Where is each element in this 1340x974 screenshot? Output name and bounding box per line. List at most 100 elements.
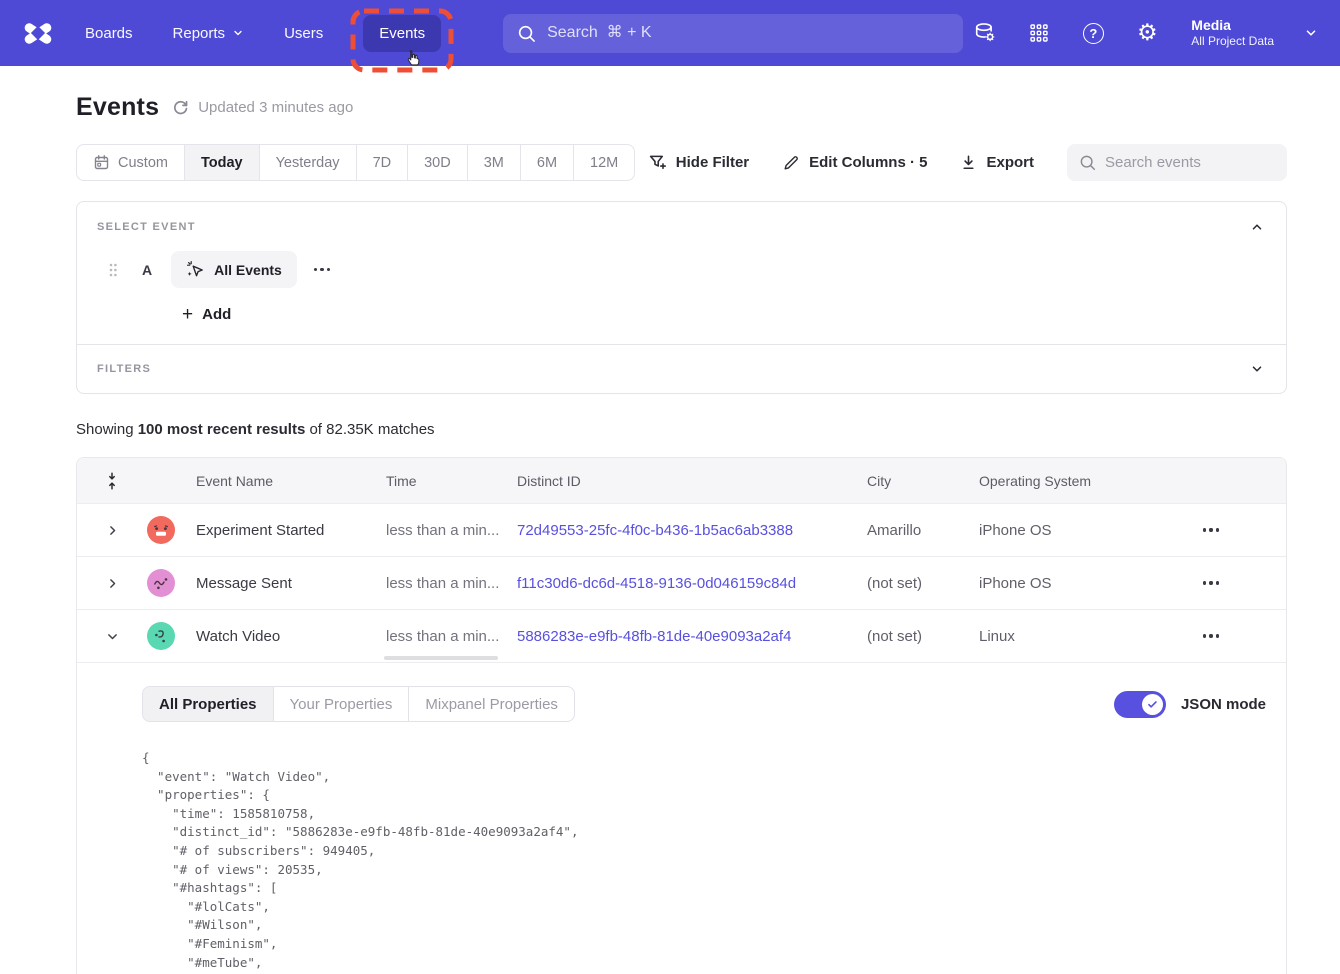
selected-event-name: All Events (214, 262, 282, 278)
city-cell: (not set) (867, 628, 979, 645)
properties-tabs: All Properties Your Properties Mixpanel … (142, 686, 575, 722)
select-event-label: SELECT EVENT (97, 221, 196, 233)
table-header-row: Event Name Time Distinct ID City Operati… (77, 458, 1286, 503)
date-option-6m[interactable]: 6M (520, 145, 573, 180)
nav-item-reports[interactable]: Reports (173, 25, 245, 42)
select-event-section: SELECT EVENT A All Events + Add (77, 202, 1286, 344)
date-range-control: Custom Today Yesterday 7D 30D 3M 6M 12M (76, 144, 635, 181)
time-cell: less than a min... (386, 522, 517, 539)
collapse-row-chevron-down-icon[interactable] (77, 630, 147, 643)
date-option-today[interactable]: Today (184, 145, 259, 180)
distinct-id-link[interactable]: f11c30d6-dc6d-4518-9136-0d046159c84d (517, 575, 796, 592)
os-cell: iPhone OS (979, 575, 1136, 592)
project-name: Media (1191, 17, 1274, 35)
search-icon (1079, 154, 1096, 171)
sort-rows-icon[interactable] (77, 471, 147, 491)
date-option-3m[interactable]: 3M (467, 145, 520, 180)
expand-filters-chevron-down-icon[interactable] (1248, 360, 1266, 378)
column-header-city[interactable]: City (867, 473, 979, 489)
event-more-options-icon[interactable] (314, 268, 330, 271)
table-row[interactable]: Experiment Started less than a min... 72… (77, 503, 1286, 556)
expand-row-chevron-right-icon[interactable] (77, 577, 147, 590)
column-header-os[interactable]: Operating System (979, 473, 1136, 489)
nav-item-events[interactable]: Events (363, 15, 441, 52)
event-avatar (147, 622, 175, 650)
results-summary: Showing 100 most recent results of 82.35… (76, 421, 1287, 438)
tab-mixpanel-properties[interactable]: Mixpanel Properties (408, 687, 574, 721)
expand-row-chevron-right-icon[interactable] (77, 524, 147, 537)
hide-filter-button[interactable]: Hide Filter (648, 153, 749, 172)
main-nav: Boards Reports Users Events (0, 0, 1340, 66)
event-row-letter: A (142, 262, 152, 278)
filters-label: FILTERS (97, 363, 151, 375)
json-mode-toggle[interactable] (1114, 691, 1166, 718)
row-more-options-icon[interactable] (1203, 581, 1219, 584)
date-option-7d[interactable]: 7D (356, 145, 408, 180)
column-header-time[interactable]: Time (386, 473, 517, 489)
event-name-cell: Experiment Started (196, 522, 386, 539)
event-selector-chip[interactable]: All Events (171, 251, 297, 288)
page-title: Events (76, 93, 159, 122)
column-header-event-name[interactable]: Event Name (196, 473, 386, 489)
row-detail-panel: All Properties Your Properties Mixpanel … (77, 662, 1286, 974)
toggle-knob (1142, 694, 1163, 715)
os-cell: Linux (979, 628, 1136, 645)
event-avatar (147, 569, 175, 597)
nav-item-boards[interactable]: Boards (85, 25, 133, 42)
filters-section: FILTERS (77, 345, 1286, 393)
tab-your-properties[interactable]: Your Properties (273, 687, 409, 721)
global-search-input[interactable] (547, 24, 949, 42)
pencil-icon (782, 154, 800, 172)
nav-item-label: Users (284, 25, 323, 42)
row-more-options-icon[interactable] (1203, 528, 1219, 531)
mixpanel-logo-icon[interactable] (21, 16, 55, 50)
search-icon (517, 24, 536, 43)
chevron-down-icon (232, 27, 244, 39)
event-avatar (147, 516, 175, 544)
apps-grid-icon[interactable] (1027, 21, 1051, 45)
hand-cursor-icon (403, 48, 424, 69)
events-table: Event Name Time Distinct ID City Operati… (76, 457, 1287, 974)
download-icon (960, 154, 977, 171)
query-builder-card: SELECT EVENT A All Events + Add FILTERS (76, 201, 1287, 394)
search-events-input[interactable] (1105, 154, 1275, 171)
drag-handle-icon[interactable] (108, 262, 118, 278)
page-content: Events Updated 3 minutes ago Custom Toda… (0, 66, 1340, 974)
event-name-cell: Watch Video (196, 628, 386, 645)
event-picker-sparkle-cursor-icon (186, 260, 205, 279)
nav-right-group: ? ⚙ Media All Project Data (973, 17, 1318, 50)
json-mode-label: JSON mode (1181, 696, 1266, 713)
search-events-field[interactable] (1067, 144, 1287, 181)
date-option-12m[interactable]: 12M (573, 145, 634, 180)
date-option-30d[interactable]: 30D (407, 145, 467, 180)
table-row-expanded[interactable]: Watch Video less than a min... 5886283e-… (77, 609, 1286, 662)
add-event-button[interactable]: + Add (182, 305, 1266, 324)
calendar-icon (93, 154, 110, 171)
table-row[interactable]: Message Sent less than a min... f11c30d6… (77, 556, 1286, 609)
edit-columns-button[interactable]: Edit Columns · 5 (782, 154, 927, 172)
settings-gear-icon[interactable]: ⚙ (1135, 21, 1159, 45)
updated-text: Updated 3 minutes ago (198, 99, 353, 116)
column-header-distinct-id[interactable]: Distinct ID (517, 473, 867, 489)
distinct-id-link[interactable]: 5886283e-e9fb-48fb-81de-40e9093a2af4 (517, 628, 791, 645)
question-mark: ? (1083, 23, 1104, 44)
horizontal-scrollbar-thumb[interactable] (384, 656, 498, 660)
export-button[interactable]: Export (960, 154, 1034, 171)
nav-item-users[interactable]: Users (284, 25, 323, 42)
date-option-yesterday[interactable]: Yesterday (259, 145, 356, 180)
refresh-icon[interactable] (172, 99, 189, 116)
date-option-custom[interactable]: Custom (77, 145, 184, 180)
city-cell: (not set) (867, 575, 979, 592)
project-chevron-down-icon[interactable] (1304, 26, 1318, 40)
time-cell: less than a min... (386, 575, 517, 592)
collapse-section-chevron-up-icon[interactable] (1248, 218, 1266, 236)
row-more-options-icon[interactable] (1203, 634, 1219, 637)
tab-all-properties[interactable]: All Properties (143, 687, 273, 721)
funnel-plus-icon (648, 153, 667, 172)
global-search[interactable] (503, 14, 963, 53)
project-switcher[interactable]: Media All Project Data (1191, 17, 1274, 50)
data-management-icon[interactable] (973, 21, 997, 45)
help-icon[interactable]: ? (1081, 21, 1105, 45)
event-name-cell: Message Sent (196, 575, 386, 592)
distinct-id-link[interactable]: 72d49553-25fc-4f0c-b436-1b5ac6ab3388 (517, 522, 793, 539)
